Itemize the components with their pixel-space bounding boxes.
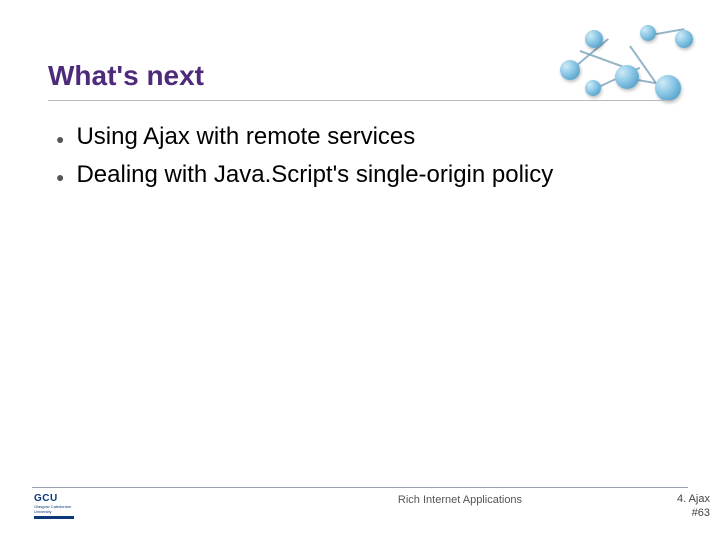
- list-item: ● Dealing with Java.Script's single-orig…: [56, 160, 672, 192]
- slide: What's next ● Using Ajax with remote ser…: [0, 0, 720, 540]
- footer-page-number: #63: [677, 506, 710, 520]
- bullet-icon: ●: [56, 124, 64, 154]
- footer-divider: [32, 487, 688, 488]
- bullet-list: ● Using Ajax with remote services ● Deal…: [56, 122, 672, 198]
- bullet-text: Using Ajax with remote services: [76, 122, 415, 152]
- list-item: ● Using Ajax with remote services: [56, 122, 672, 154]
- slide-title: What's next: [48, 60, 204, 92]
- footer-right: 4. Ajax #63: [677, 492, 710, 520]
- bullet-text: Dealing with Java.Script's single-origin…: [76, 160, 553, 190]
- title-underline: [48, 100, 672, 101]
- bullet-icon: ●: [56, 162, 64, 192]
- footer-center-text: Rich Internet Applications: [0, 494, 720, 506]
- network-graphic: [560, 20, 700, 120]
- footer-chapter: 4. Ajax: [677, 492, 710, 506]
